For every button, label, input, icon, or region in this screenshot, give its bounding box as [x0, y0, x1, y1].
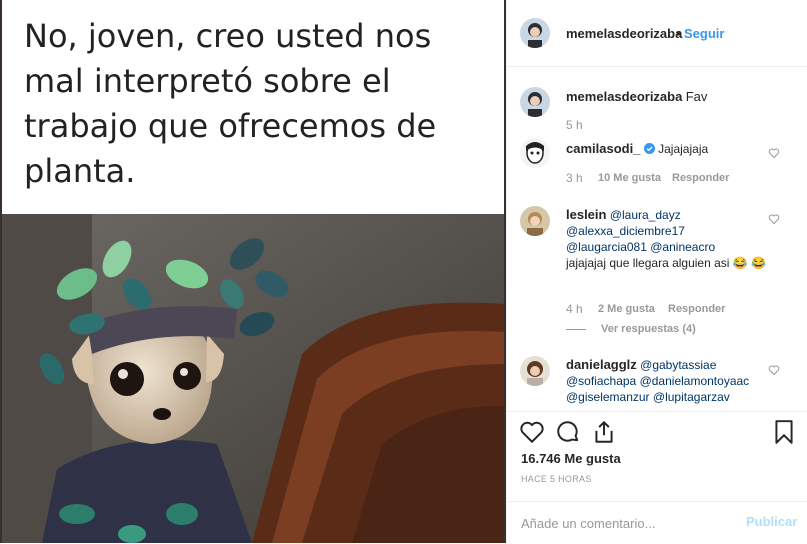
header-username[interactable]: memelasdeorizaba: [566, 26, 682, 41]
reply-button[interactable]: Responder: [672, 172, 729, 184]
avatar[interactable]: [520, 356, 550, 386]
mention-link[interactable]: @giselemanzur: [566, 390, 650, 404]
comment-username[interactable]: camilasodi_: [566, 141, 640, 156]
likes-count[interactable]: 16.746 Me gusta: [521, 451, 621, 466]
mention-link[interactable]: @alexxa_diciembre17: [566, 224, 685, 238]
separator-dot: •: [676, 26, 681, 41]
meme-caption-area: No, joven, creo usted nos mal interpretó…: [2, 0, 504, 214]
comment-username[interactable]: danielagglz: [566, 357, 637, 372]
comment-likes[interactable]: 2 Me gusta: [598, 303, 655, 315]
add-comment-bar: Publicar: [507, 501, 807, 544]
post-side-panel: memelasdeorizaba • Seguir memelasdeoriza…: [506, 0, 807, 543]
avatar[interactable]: [520, 87, 550, 117]
view-replies-button[interactable]: Ver respuestas (4): [601, 323, 696, 335]
chihuahua-photo: [2, 214, 504, 543]
post-timestamp[interactable]: HACE 5 HORAS: [521, 474, 592, 484]
replies-divider: [566, 329, 586, 330]
mention-link[interactable]: @anineacro: [650, 240, 715, 254]
post-header: memelasdeorizaba • Seguir: [507, 0, 807, 67]
share-icon[interactable]: [591, 419, 617, 445]
caption-username[interactable]: memelasdeorizaba: [566, 89, 682, 104]
heart-icon[interactable]: [768, 213, 780, 225]
caption-text: Fav: [685, 89, 708, 104]
comment-time[interactable]: 4 h: [566, 302, 583, 316]
caption-time[interactable]: 5 h: [566, 118, 583, 132]
avatar[interactable]: [520, 18, 550, 48]
heart-icon[interactable]: [768, 147, 780, 159]
reply-button[interactable]: Responder: [668, 303, 725, 315]
mention-link[interactable]: @danielamontoyaac: [640, 374, 750, 388]
meme-text: No, joven, creo usted nos mal interpretó…: [24, 17, 437, 190]
comment-icon[interactable]: [555, 419, 581, 445]
heart-icon[interactable]: [519, 419, 545, 445]
mention-link[interactable]: @laugarcia081: [566, 240, 647, 254]
post-media: No, joven, creo usted nos mal interpretó…: [0, 0, 506, 543]
comments-list: memelasdeorizaba Fav 5 h camilasodi_ Jaj…: [507, 67, 807, 411]
comment-input[interactable]: [519, 512, 728, 534]
mention-link[interactable]: @lupitagarzav: [653, 390, 730, 404]
mention-link[interactable]: @gabytassiae: [640, 358, 716, 372]
heart-icon[interactable]: [768, 364, 780, 376]
comment-username[interactable]: leslein: [566, 207, 606, 222]
comment-text: Jajajajaja: [658, 142, 709, 156]
comment-likes[interactable]: 10 Me gusta: [598, 172, 661, 184]
post-actions: 16.746 Me gusta HACE 5 HORAS: [507, 411, 807, 502]
publish-button[interactable]: Publicar: [746, 514, 797, 529]
avatar[interactable]: [520, 138, 550, 168]
follow-button[interactable]: Seguir: [684, 26, 724, 41]
mention-link[interactable]: @sofiachapa: [566, 374, 636, 388]
bookmark-icon[interactable]: [771, 419, 797, 445]
verified-badge-icon: [643, 143, 655, 154]
comment-time[interactable]: 3 h: [566, 171, 583, 185]
avatar[interactable]: [520, 206, 550, 236]
mention-link[interactable]: @laura_dayz: [610, 208, 681, 222]
comment-text: jajajajaj que llegara alguien asi 😂 😂: [566, 256, 766, 270]
